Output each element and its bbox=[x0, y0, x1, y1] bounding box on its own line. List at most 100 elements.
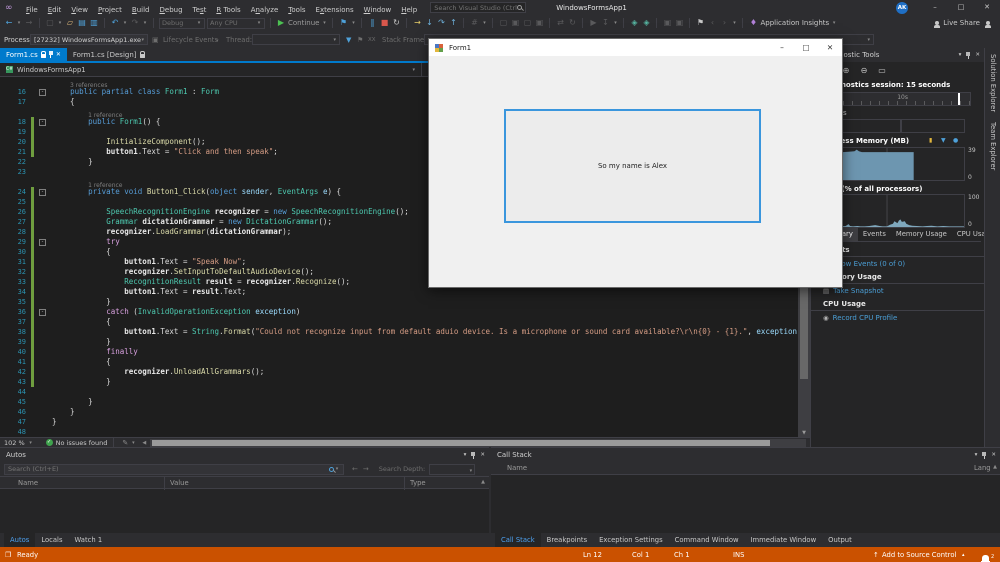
autos-titlebar[interactable]: Autos ▾ ✕ bbox=[0, 448, 489, 462]
snapshot-marker-icon[interactable]: ▮ bbox=[929, 137, 932, 144]
panel-tab-exception-settings[interactable]: Exception Settings bbox=[593, 533, 669, 547]
scroll-left-icon[interactable]: ◀ bbox=[142, 440, 146, 446]
form1-app-window[interactable]: Form1 – □ ✕ So my name is Alex bbox=[428, 38, 843, 288]
menu-project[interactable]: Project bbox=[93, 6, 127, 14]
output-window-icon[interactable]: ▢ bbox=[522, 16, 532, 30]
diag-tab-events[interactable]: Events bbox=[858, 228, 891, 241]
diag-tab-memory-usage[interactable]: Memory Usage bbox=[891, 228, 952, 241]
solution-platforms-select[interactable]: Any CPU ▾ bbox=[207, 17, 265, 29]
chevron-down-icon[interactable]: ▾ bbox=[16, 20, 22, 26]
gc-marker-icon[interactable]: ▼ bbox=[941, 137, 946, 144]
run-to-cursor-icon[interactable]: ▶ bbox=[588, 16, 598, 30]
status-line[interactable]: Ln 12 bbox=[583, 551, 602, 559]
fold-collapse-icon[interactable]: - bbox=[39, 188, 46, 196]
menu-analyze[interactable]: Analyze bbox=[246, 6, 284, 14]
step-over-icon[interactable]: ↷ bbox=[436, 16, 446, 30]
menu-window[interactable]: Window bbox=[359, 6, 397, 14]
chevron-down-icon[interactable]: ▾ bbox=[122, 20, 128, 26]
application-insights-icon[interactable]: ♦ bbox=[748, 16, 758, 30]
save-all-icon[interactable]: ▥ bbox=[89, 16, 99, 30]
callstack-list-body[interactable] bbox=[491, 475, 1000, 533]
navigate-history-icon[interactable]: ⇄ bbox=[555, 16, 565, 30]
panel-tab-breakpoints[interactable]: Breakpoints bbox=[541, 533, 593, 547]
fold-collapse-icon[interactable]: - bbox=[39, 88, 46, 96]
scroll-up-icon[interactable]: ▲ bbox=[481, 479, 485, 485]
menu-file[interactable]: File bbox=[21, 6, 43, 14]
filter-icon[interactable]: ▼ bbox=[346, 36, 351, 44]
flag-threads-icon[interactable]: ⚑ bbox=[357, 36, 363, 44]
form1-titlebar[interactable]: Form1 – □ ✕ bbox=[429, 39, 842, 56]
chevron-down-icon[interactable]: ▾ bbox=[975, 452, 978, 458]
minimize-button[interactable]: – bbox=[922, 0, 948, 15]
hex-display-icon[interactable]: # bbox=[469, 16, 479, 30]
maximize-button[interactable]: □ bbox=[948, 0, 974, 15]
close-icon[interactable]: ✕ bbox=[991, 452, 996, 458]
menu-build[interactable]: Build bbox=[127, 6, 155, 14]
open-folder-icon[interactable]: ▱ bbox=[65, 16, 75, 30]
solution-configurations-select[interactable]: Debug ▾ bbox=[159, 17, 205, 29]
next-bookmark-icon[interactable]: › bbox=[719, 16, 729, 30]
attach-process-icon[interactable]: ◈ bbox=[629, 16, 639, 30]
restore-windows-icon[interactable]: ❐ bbox=[5, 551, 11, 559]
legend-dot-icon[interactable]: ● bbox=[953, 137, 958, 144]
exception-settings-icon[interactable]: ▣ bbox=[510, 16, 520, 30]
save-icon[interactable]: ▤ bbox=[77, 16, 87, 30]
close-button[interactable]: ✕ bbox=[818, 39, 842, 56]
panel-tab-autos[interactable]: Autos bbox=[4, 533, 36, 547]
refresh-icon[interactable]: ↻ bbox=[567, 16, 577, 30]
step-target-icon[interactable]: ↧ bbox=[600, 16, 610, 30]
new-window-icon[interactable]: ▢ bbox=[45, 16, 55, 30]
scroll-up-icon[interactable]: ▲ bbox=[993, 464, 997, 470]
chevron-up-icon[interactable]: ▴ bbox=[962, 552, 965, 558]
menu-test[interactable]: Test bbox=[188, 6, 212, 14]
tab-form1-cs[interactable]: Form1.cs ✕ bbox=[0, 48, 67, 61]
quick-search-box[interactable] bbox=[430, 2, 527, 13]
close-icon[interactable]: ✕ bbox=[56, 51, 61, 58]
zoom-select[interactable]: 102 % ▾ bbox=[0, 439, 38, 447]
tab-form1-cs-design[interactable]: Form1.cs [Design] bbox=[67, 48, 151, 61]
side-tab-team-explorer[interactable]: Team Explorer bbox=[989, 122, 997, 170]
panel-tab-command-window[interactable]: Command Window bbox=[669, 533, 745, 547]
chevron-down-icon[interactable]: ▾ bbox=[57, 20, 63, 26]
status-insert-mode[interactable]: INS bbox=[733, 551, 744, 559]
redo-icon[interactable]: ↷ bbox=[130, 16, 140, 30]
panel-tab-watch-1[interactable]: Watch 1 bbox=[69, 533, 109, 547]
stop-debugging-icon[interactable]: ■ bbox=[379, 16, 389, 30]
pin-icon[interactable] bbox=[966, 51, 971, 59]
reset-view-icon[interactable]: ▭ bbox=[877, 64, 887, 78]
chevron-down-icon[interactable]: ▾ bbox=[612, 20, 618, 26]
chevron-down-icon[interactable]: ▾ bbox=[464, 452, 467, 458]
restart-icon[interactable]: ↻ bbox=[391, 16, 401, 30]
status-character[interactable]: Ch 1 bbox=[674, 551, 690, 559]
process-window-icon[interactable]: ▣ bbox=[152, 36, 159, 44]
pin-icon[interactable] bbox=[48, 51, 53, 58]
diagnostics-flag-icon[interactable]: ⚑ bbox=[338, 16, 348, 30]
menu-extensions[interactable]: Extensions bbox=[311, 6, 359, 14]
fold-collapse-icon[interactable]: - bbox=[39, 308, 46, 316]
chevron-down-icon[interactable]: ▾ bbox=[481, 20, 487, 26]
project-dropdown[interactable]: C# WindowsFormsApp1 ▾ bbox=[0, 63, 421, 76]
add-to-source-control-button[interactable]: Add to Source Control bbox=[882, 551, 956, 559]
watch-window-icon[interactable]: ▣ bbox=[534, 16, 544, 30]
memory-window-icon[interactable]: ▣ bbox=[662, 16, 672, 30]
callstack-titlebar[interactable]: Call Stack ▾ ✕ bbox=[491, 448, 1000, 462]
profiler-icon[interactable]: ◈ bbox=[641, 16, 651, 30]
search-depth-select[interactable]: ▾ bbox=[429, 463, 476, 475]
minimize-button[interactable]: – bbox=[770, 39, 794, 56]
pin-icon[interactable] bbox=[471, 451, 476, 459]
search-next-icon[interactable]: → bbox=[363, 465, 369, 473]
lifecycle-events-button[interactable]: Lifecycle Events bbox=[163, 36, 218, 44]
menu-view[interactable]: View bbox=[66, 6, 93, 14]
scrollbar-thumb[interactable] bbox=[152, 439, 771, 446]
feedback-icon[interactable] bbox=[985, 21, 991, 28]
close-icon[interactable]: ✕ bbox=[480, 452, 485, 458]
issues-status[interactable]: No issues found bbox=[56, 439, 108, 447]
break-all-icon[interactable]: ‖ bbox=[367, 16, 377, 30]
user-avatar[interactable]: AK bbox=[896, 1, 908, 14]
prev-bookmark-icon[interactable]: ‹ bbox=[707, 16, 717, 30]
menu-r-tools[interactable]: R Tools bbox=[211, 6, 245, 14]
column-type[interactable]: Type bbox=[410, 479, 426, 487]
fold-collapse-icon[interactable]: - bbox=[39, 238, 46, 246]
pin-icon[interactable] bbox=[982, 451, 987, 459]
chevron-down-icon[interactable]: ▾ bbox=[959, 52, 962, 58]
